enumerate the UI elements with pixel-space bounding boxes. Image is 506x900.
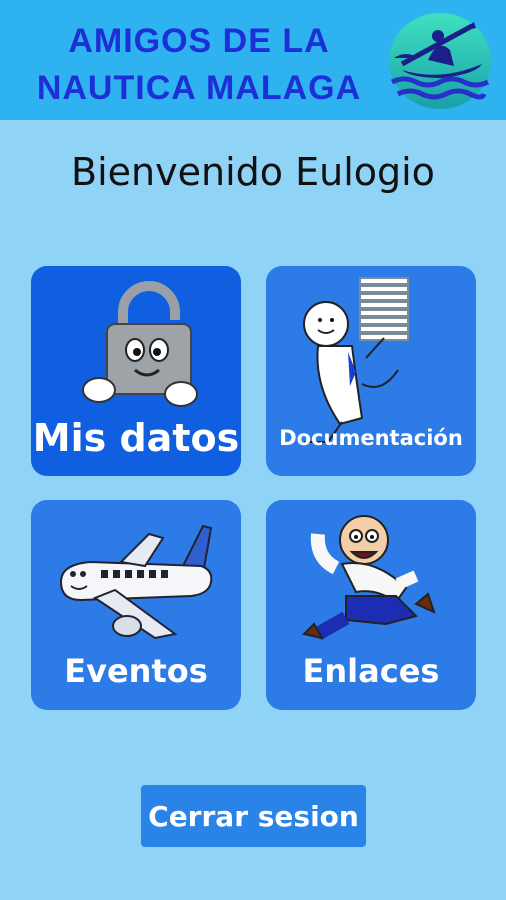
tile-documentacion[interactable]: Documentación bbox=[266, 266, 476, 476]
app-title: AMIGOS DE LA NAUTICA MALAGA bbox=[14, 18, 384, 112]
tile-enlaces-label: Enlaces bbox=[302, 652, 440, 690]
tile-documentacion-label: Documentación bbox=[279, 426, 463, 450]
tile-enlaces[interactable]: Enlaces bbox=[266, 500, 476, 710]
app-header: AMIGOS DE LA NAUTICA MALAGA bbox=[0, 0, 506, 120]
tile-mis-datos[interactable]: Mis datos bbox=[31, 266, 241, 476]
welcome-heading: Bienvenido Eulogio bbox=[71, 150, 435, 194]
tile-eventos[interactable]: Eventos bbox=[31, 500, 241, 710]
app-title-line-2: NAUTICA MALAGA bbox=[36, 69, 362, 107]
kayak-logo-icon bbox=[389, 13, 491, 109]
tile-eventos-label: Eventos bbox=[64, 652, 208, 690]
app-title-line-1: AMIGOS DE LA bbox=[68, 22, 330, 60]
logout-button[interactable]: Cerrar sesion bbox=[141, 785, 366, 847]
tile-mis-datos-label: Mis datos bbox=[32, 416, 240, 460]
